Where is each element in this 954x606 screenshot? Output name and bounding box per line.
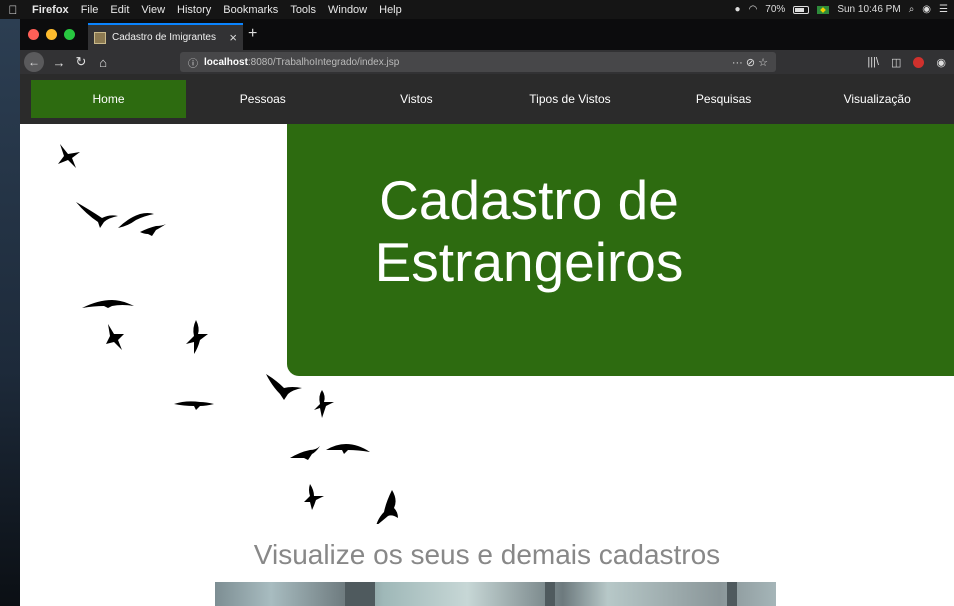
menu-help[interactable]: Help <box>373 4 408 16</box>
url-host: localhost <box>204 56 248 68</box>
notification-center-icon[interactable]: ☰ <box>939 4 948 15</box>
macos-menubar:  Firefox File Edit View History Bookmar… <box>0 0 954 19</box>
menu-bookmarks[interactable]: Bookmarks <box>217 4 284 16</box>
nav-visualizacao[interactable]: Visualização <box>800 80 954 118</box>
back-arrow-icon[interactable]: ← <box>24 52 44 72</box>
close-window-button[interactable] <box>28 29 39 40</box>
input-source-flag-icon[interactable] <box>817 5 830 14</box>
section-subtitle: Visualize os seus e demais cadastros <box>253 539 721 570</box>
window-controls <box>20 29 75 40</box>
apple-icon[interactable]:  <box>0 3 26 17</box>
battery-percent[interactable]: 70% <box>765 4 785 15</box>
photo-detail <box>345 582 375 606</box>
menu-history[interactable]: History <box>171 4 217 16</box>
nav-pessoas[interactable]: Pessoas <box>186 80 340 118</box>
tab-strip: Cadastro de Imigrantes × + <box>20 19 954 50</box>
nav-tipos-de-vistos[interactable]: Tipos de Vistos <box>493 80 647 118</box>
account-icon[interactable]: ◉ <box>936 56 946 69</box>
menu-file[interactable]: File <box>75 4 105 16</box>
photo-detail <box>545 582 555 606</box>
wifi-icon[interactable]: ◠ <box>749 4 758 15</box>
tab-favicon-icon <box>94 31 106 44</box>
tab-close-icon[interactable]: × <box>229 30 237 45</box>
tab-title: Cadastro de Imigrantes <box>112 32 216 43</box>
menu-edit[interactable]: Edit <box>104 4 135 16</box>
ublock-icon[interactable] <box>913 56 925 68</box>
menu-app-name[interactable]: Firefox <box>26 4 75 16</box>
maximize-window-button[interactable] <box>64 29 75 40</box>
url-path: :8080/TrabalhoIntegrado/index.jsp <box>247 56 400 68</box>
flying-birds-image <box>58 144 398 524</box>
reload-icon[interactable]: ↻ <box>70 54 92 70</box>
page-actions[interactable]: ··· ⊘ ☆ <box>732 56 768 69</box>
menu-window[interactable]: Window <box>322 4 373 16</box>
menu-view[interactable]: View <box>135 4 171 16</box>
menu-tools[interactable]: Tools <box>284 4 322 16</box>
spotlight-search-icon[interactable]: ⌕ <box>909 4 915 15</box>
new-tab-button[interactable]: + <box>248 25 257 43</box>
nav-home[interactable]: Home <box>31 80 186 118</box>
url-bar[interactable]: ⓘ localhost :8080/TrabalhoIntegrado/inde… <box>180 52 776 72</box>
forward-arrow-icon[interactable]: → <box>48 55 70 70</box>
clock[interactable]: Sun 10:46 PM <box>837 4 900 15</box>
site-navigation: Home Pessoas Vistos Tipos de Vistos Pesq… <box>20 74 954 124</box>
tab-active[interactable]: Cadastro de Imigrantes × <box>88 23 243 50</box>
record-icon[interactable]: ● <box>735 4 741 15</box>
status-area: ● ◠ 70% Sun 10:46 PM ⌕ ◉ ☰ <box>735 4 954 15</box>
home-icon[interactable]: ⌂ <box>92 55 114 70</box>
web-page: Home Pessoas Vistos Tipos de Vistos Pesq… <box>20 74 954 606</box>
minimize-window-button[interactable] <box>46 29 57 40</box>
library-icon[interactable]: |||\ <box>867 56 879 68</box>
battery-icon[interactable] <box>793 5 810 14</box>
sidebar-icon[interactable]: ◫ <box>891 56 901 69</box>
browser-right-tools: |||\ ◫ ◉ <box>867 52 946 72</box>
site-info-icon[interactable]: ⓘ <box>188 55 198 70</box>
siri-icon[interactable]: ◉ <box>922 4 931 15</box>
photo-detail <box>727 582 737 606</box>
desktop-background <box>0 18 20 606</box>
browser-window: Cadastro de Imigrantes × + ← → ↻ ⌂ ⓘ loc… <box>20 19 954 606</box>
nav-pesquisas[interactable]: Pesquisas <box>647 80 801 118</box>
nav-vistos[interactable]: Vistos <box>340 80 494 118</box>
preview-photo <box>215 582 776 606</box>
